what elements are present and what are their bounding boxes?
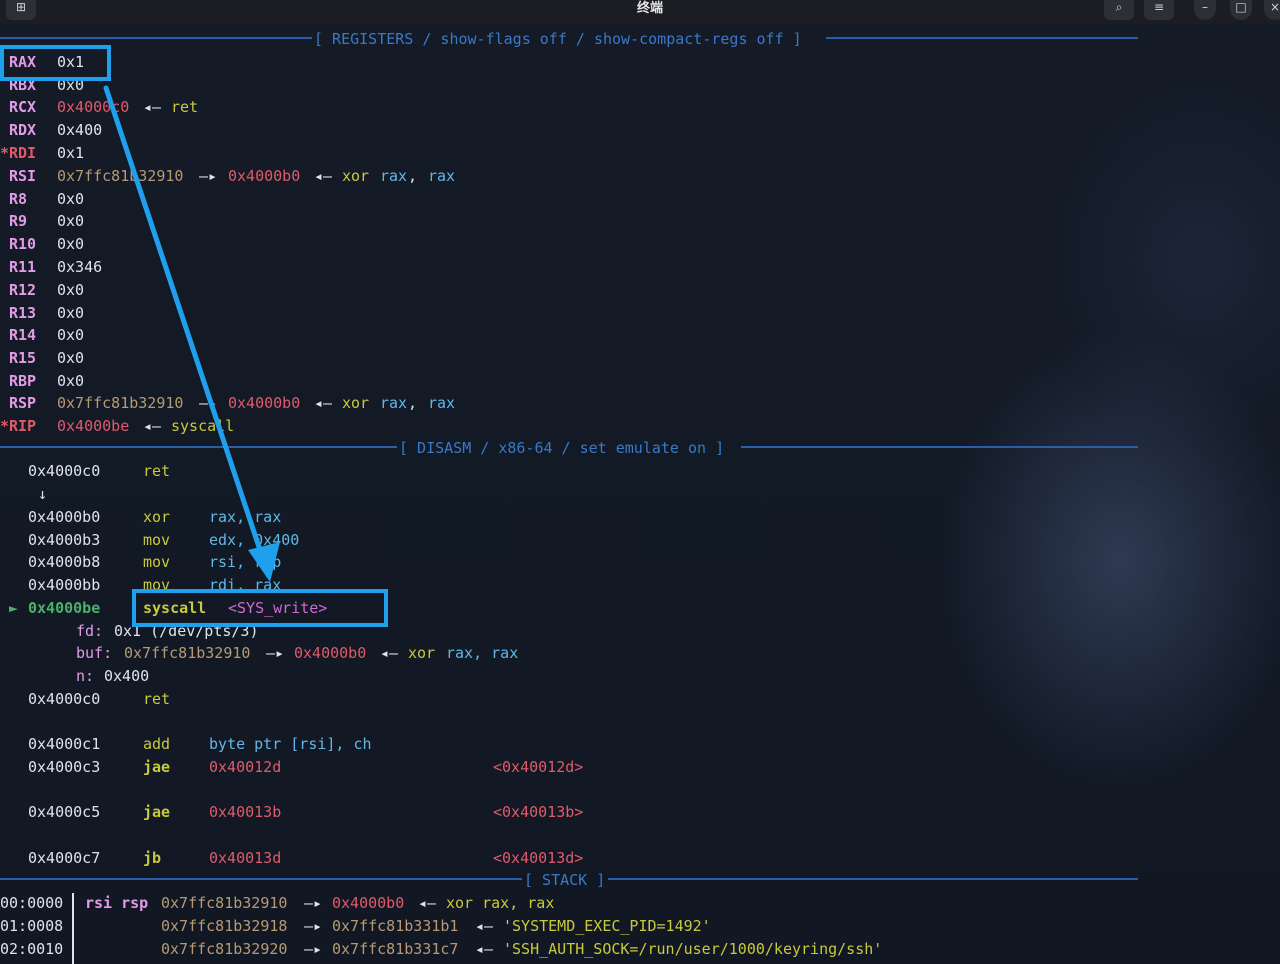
annotation-arrow [103, 85, 280, 582]
